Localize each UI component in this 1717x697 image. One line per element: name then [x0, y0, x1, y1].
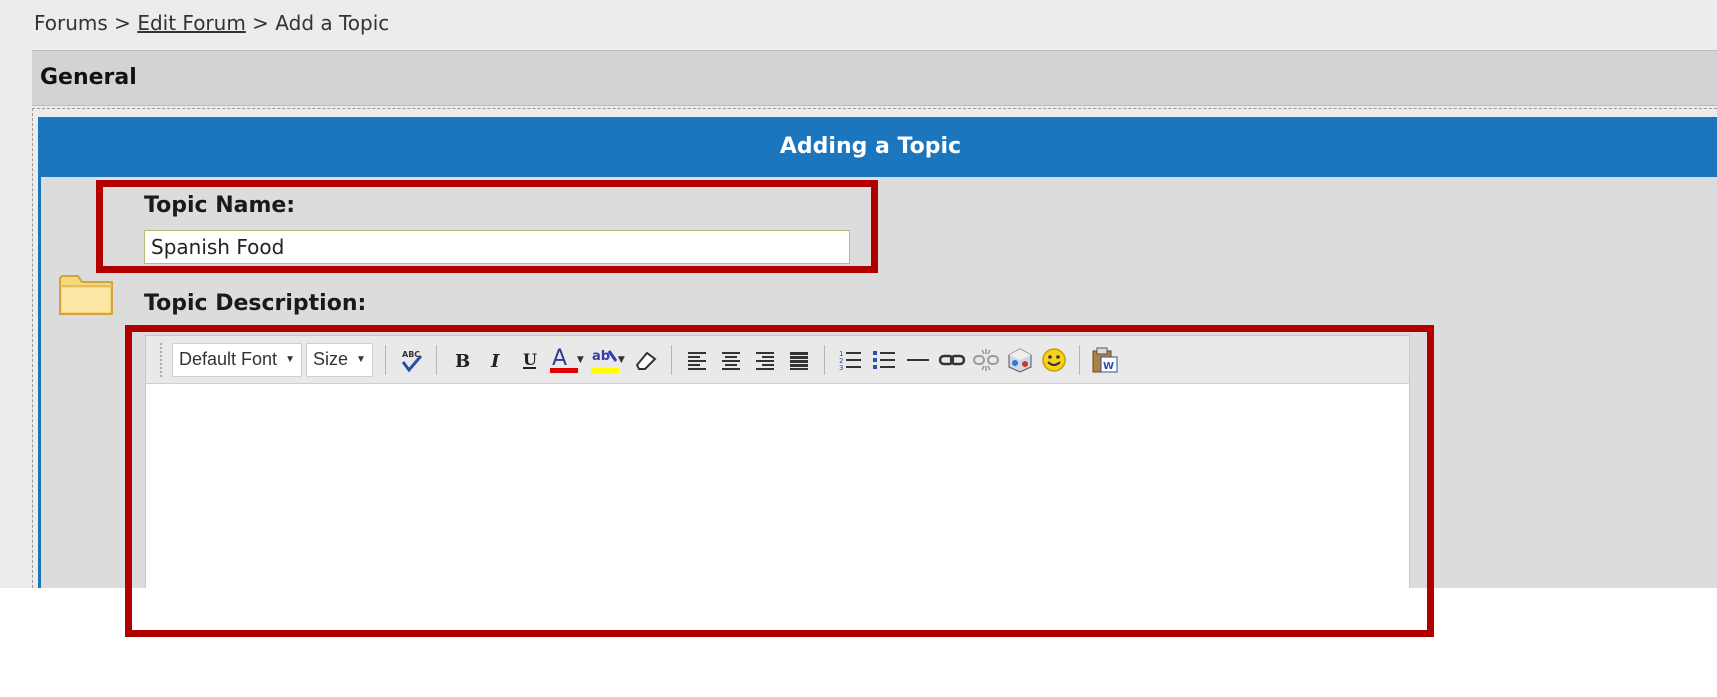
link-icon[interactable]: [935, 342, 969, 378]
svg-text:B: B: [455, 351, 470, 372]
form-title-bar: Adding a Topic: [38, 117, 1717, 177]
toolbar-separator: [670, 344, 672, 375]
breadcrumb-separator: >: [107, 11, 138, 35]
insert-media-icon[interactable]: [1003, 342, 1037, 378]
ordered-list-icon[interactable]: 123: [833, 342, 867, 378]
topic-name-label: Topic Name:: [144, 193, 296, 218]
breadcrumb-edit-forum-link[interactable]: Edit Forum: [137, 11, 246, 35]
size-dropdown-label: Size: [312, 349, 348, 369]
font-color-icon[interactable]: A: [547, 342, 581, 378]
unlink-icon[interactable]: [969, 342, 1003, 378]
svg-text:3: 3: [839, 364, 843, 372]
breadcrumb: Forums > Edit Forum > Add a Topic: [34, 11, 389, 35]
align-left-icon[interactable]: [680, 342, 714, 378]
svg-text:ab: ab: [592, 349, 610, 364]
align-justify-icon[interactable]: [782, 342, 816, 378]
emoticon-icon[interactable]: [1037, 342, 1071, 378]
topic-name-input[interactable]: [144, 230, 850, 264]
app-window: Forums > Edit Forum > Add a Topic Genera…: [0, 0, 1717, 588]
italic-icon[interactable]: I: [479, 342, 513, 378]
unordered-list-icon[interactable]: [867, 342, 901, 378]
underline-icon[interactable]: U: [513, 342, 547, 378]
horizontal-rule-icon[interactable]: [901, 342, 935, 378]
font-dropdown[interactable]: Default Font ▼: [172, 342, 302, 377]
toolbar-separator: [823, 344, 825, 375]
align-center-icon[interactable]: [714, 342, 748, 378]
breadcrumb-forums: Forums: [34, 11, 108, 35]
rich-text-editor: Default Font ▼ Size ▼ ABC B I U A ▼ ab ▼…: [145, 335, 1410, 588]
toolbar-separator: [384, 344, 386, 375]
font-dropdown-label: Default Font: [179, 349, 278, 369]
bold-icon[interactable]: B: [445, 342, 479, 378]
toolbar-separator: [1078, 344, 1080, 375]
highlight-color-icon[interactable]: ab: [588, 342, 622, 378]
align-right-icon[interactable]: [748, 342, 782, 378]
editor-toolbar: Default Font ▼ Size ▼ ABC B I U A ▼ ab ▼…: [146, 336, 1409, 384]
size-dropdown[interactable]: Size ▼: [305, 342, 373, 377]
toolbar-grip: [160, 342, 166, 377]
section-title: General: [40, 65, 137, 90]
paste-from-word-icon[interactable]: W: [1088, 342, 1122, 378]
svg-text:I: I: [490, 351, 500, 372]
folder-icon: [58, 272, 114, 320]
chevron-down-icon: ▼: [285, 354, 295, 365]
general-section-header: General: [32, 50, 1717, 106]
form-title: Adding a Topic: [779, 134, 962, 159]
svg-text:ABC: ABC: [402, 350, 420, 359]
svg-text:U: U: [523, 350, 537, 369]
toolbar-separator: [435, 344, 437, 375]
description-editor-body[interactable]: [146, 384, 1409, 588]
breadcrumb-add-topic: Add a Topic: [275, 11, 390, 35]
spellcheck-icon[interactable]: ABC: [394, 342, 428, 378]
topic-description-label: Topic Description:: [144, 291, 367, 316]
eraser-icon[interactable]: [629, 342, 663, 378]
chevron-down-icon: ▼: [355, 354, 366, 365]
svg-text:W: W: [1103, 361, 1114, 372]
svg-text:A: A: [552, 346, 567, 371]
breadcrumb-separator: >: [245, 11, 276, 35]
